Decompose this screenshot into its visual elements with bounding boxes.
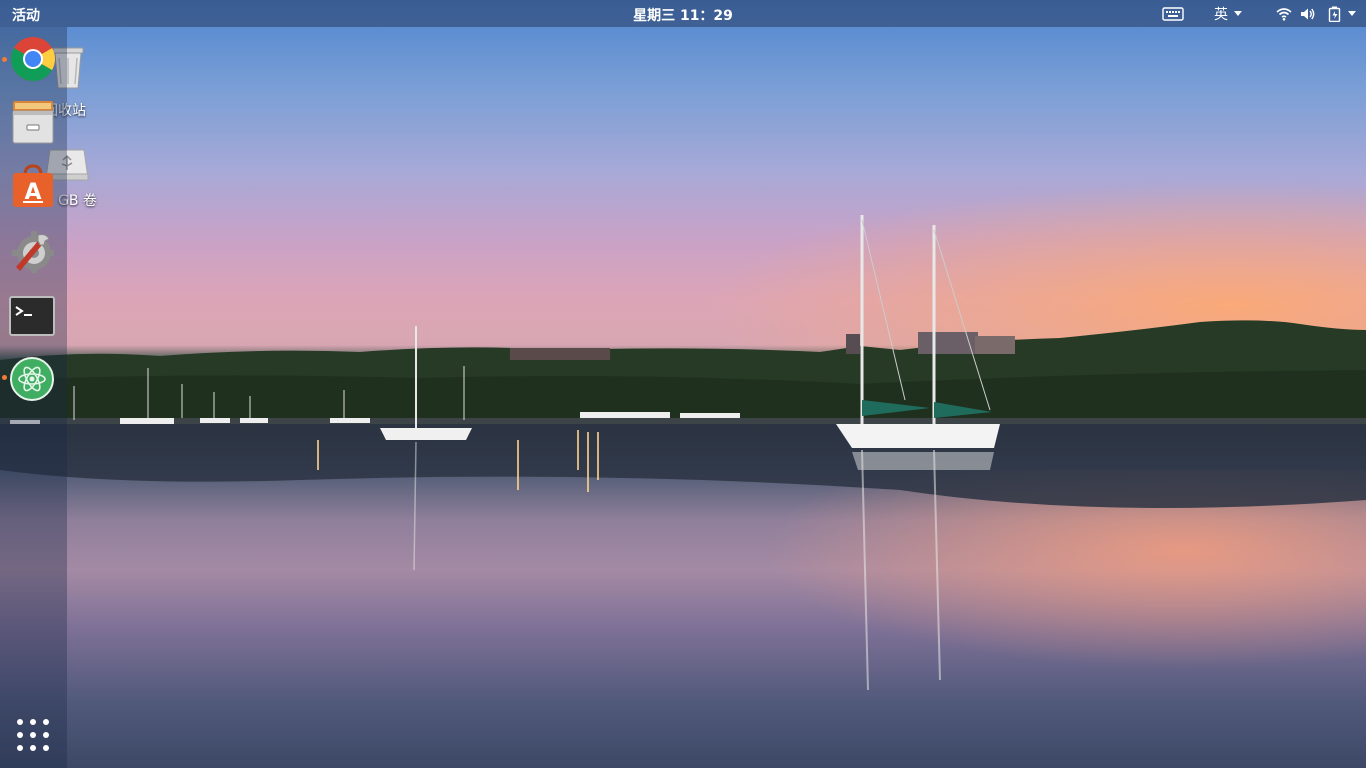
volume-icon — [1301, 8, 1315, 19]
dock: A — [0, 27, 67, 768]
running-indicator — [2, 57, 7, 62]
terminal-icon — [9, 296, 55, 336]
desktop-background — [0, 0, 1366, 768]
chevron-down-icon — [1234, 11, 1242, 16]
system-status-menu[interactable] — [1276, 6, 1356, 22]
running-indicator — [2, 375, 7, 380]
settings-tools-icon — [12, 231, 54, 273]
app-grid-icon[interactable] — [16, 718, 50, 752]
clock-button[interactable]: 星期三 11：29 — [633, 8, 733, 24]
dock-app-software[interactable]: A — [8, 163, 58, 213]
wallpaper-scenery — [0, 215, 1366, 691]
chevron-down-icon — [1348, 11, 1356, 16]
dock-app-terminal[interactable] — [8, 291, 58, 341]
keyboard-icon — [1162, 6, 1184, 21]
dock-app-settings[interactable] — [8, 227, 58, 277]
wifi-icon — [1276, 7, 1292, 21]
input-method-label: 英 — [1214, 6, 1228, 23]
chrome-icon — [11, 37, 55, 81]
activities-button[interactable]: 活动 — [12, 5, 40, 25]
system-tray: 英 — [1154, 0, 1356, 27]
dock-app-chrome[interactable] — [8, 35, 58, 85]
input-method-menu[interactable]: 英 — [1214, 4, 1242, 24]
atom-icon — [10, 357, 54, 401]
top-bar: 活动 星期三 11：29 英 — [0, 0, 1366, 27]
dock-app-atom[interactable] — [8, 355, 58, 405]
file-manager-icon — [12, 101, 54, 144]
software-store-icon: A — [13, 164, 53, 207]
battery-icon — [1328, 6, 1341, 22]
keyboard-indicator[interactable] — [1162, 6, 1184, 21]
dock-app-files[interactable] — [8, 99, 58, 149]
